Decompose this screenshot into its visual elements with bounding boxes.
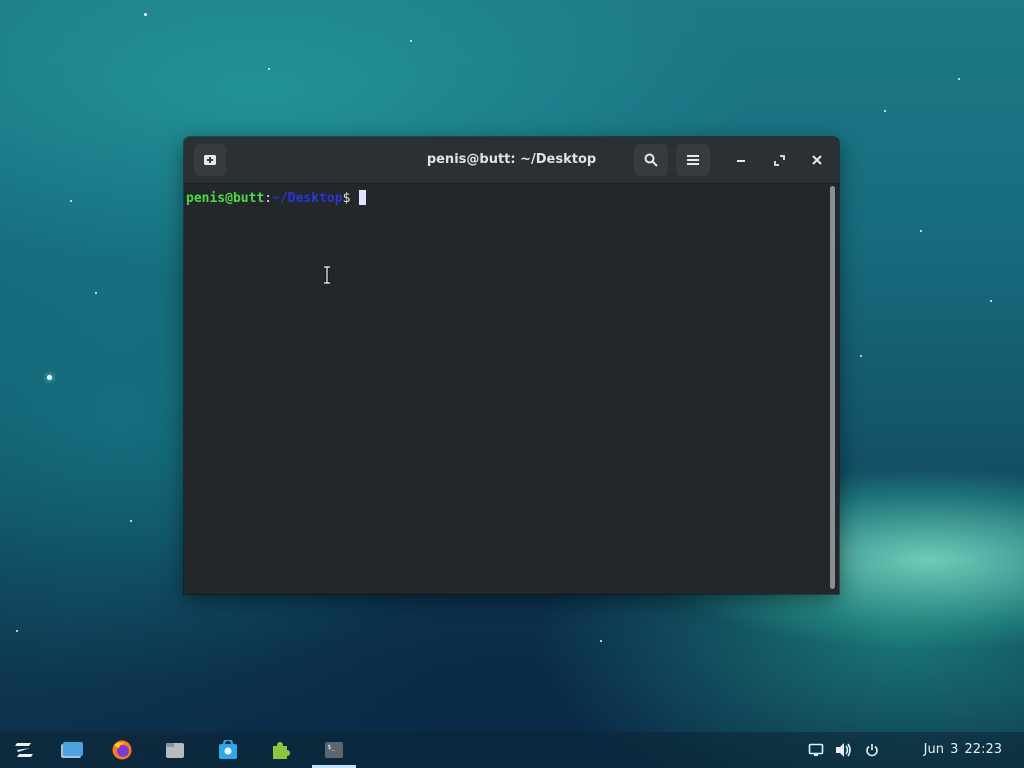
firefox-icon [112,740,132,760]
zorin-menu-button[interactable] [2,732,46,768]
menu-button[interactable] [676,144,710,176]
workspaces-icon [61,742,83,758]
files-button[interactable] [153,732,197,768]
workspaces-button[interactable] [50,732,94,768]
terminal-window[interactable]: penis@butt: ~/Desktop penis@butt:~/Deskt… [184,137,839,594]
clock-time: 22:23 [964,742,1002,757]
maximize-icon [773,154,785,166]
shell-prompt: penis@butt:~/Desktop$ [186,190,367,206]
hamburger-icon [687,155,699,165]
new-tab-button[interactable] [194,144,226,176]
prompt-path: ~/Desktop [272,191,343,206]
maximize-button[interactable] [764,145,794,175]
terminal-icon: $_ [325,742,343,758]
volume-icon [836,743,851,757]
search-icon [644,153,658,167]
software-icon [219,740,237,759]
power-icon [866,744,878,757]
zorin-menu-icon [15,743,33,757]
search-button[interactable] [634,144,668,176]
close-icon [812,155,822,165]
text-cursor [359,190,367,205]
terminal-taskbar-button[interactable]: $_ [312,732,356,768]
minimize-icon [737,160,745,162]
extensions-button[interactable] [258,732,302,768]
scrollbar[interactable] [830,186,835,589]
clock[interactable]: Jun 3 22:23 [924,732,1002,768]
screen-button[interactable] [804,732,828,768]
clock-date: Jun 3 [923,742,959,757]
close-button[interactable] [802,145,832,175]
prompt-user-host: penis@butt [186,191,265,206]
svg-text:$_: $_ [328,744,336,751]
power-button[interactable] [860,732,884,768]
extensions-icon [273,742,290,759]
minimize-button[interactable] [726,145,756,175]
terminal-area[interactable]: penis@butt:~/Desktop$ [184,184,839,594]
new-tab-icon [204,155,216,165]
software-store-button[interactable] [206,732,250,768]
prompt-colon: : [264,191,273,206]
titlebar[interactable]: penis@butt: ~/Desktop [184,137,839,184]
taskbar: $_ Jun 3 22:23 [0,732,1024,768]
volume-button[interactable] [832,732,856,768]
prompt-symbol: $ [342,191,359,206]
ibeam-pointer-icon [324,266,330,284]
firefox-button[interactable] [100,732,144,768]
screen-icon [808,743,824,756]
files-icon [166,743,184,758]
